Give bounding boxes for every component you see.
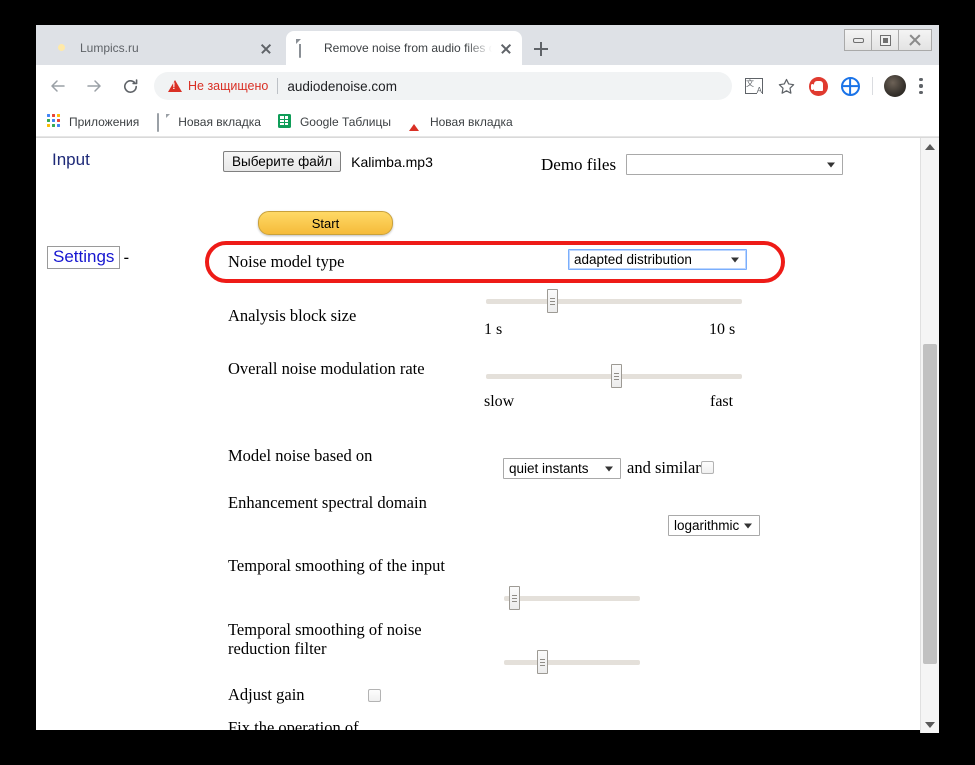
setting-label: Model noise based on bbox=[228, 446, 478, 465]
setting-label: Analysis block size bbox=[228, 306, 478, 325]
enhancement-spectral-domain-select[interactable]: logarithmic bbox=[668, 515, 760, 536]
adjust-gain-checkbox[interactable] bbox=[368, 689, 381, 702]
document-icon bbox=[155, 114, 171, 130]
chevron-down-icon bbox=[731, 257, 739, 262]
choose-file-button[interactable]: Выберите файл bbox=[223, 151, 341, 172]
bookmark-google-sheets[interactable]: Google Таблицы bbox=[277, 114, 391, 130]
demo-files-select[interactable] bbox=[626, 154, 843, 175]
chevron-down-icon bbox=[605, 466, 613, 471]
bookmark-label: Google Таблицы bbox=[300, 115, 391, 129]
close-button[interactable] bbox=[898, 29, 932, 51]
setting-label: Temporal smoothing of the input bbox=[228, 556, 478, 575]
and-similar-label: and similar bbox=[627, 458, 701, 478]
back-arrow-icon[interactable] bbox=[43, 71, 73, 101]
translate-icon[interactable] bbox=[740, 72, 768, 100]
apps-grid-icon bbox=[46, 114, 62, 130]
page-viewport: Input Выберите файл Kalimba.mp3 Demo fil… bbox=[36, 137, 939, 733]
bookmark-new-tab-1[interactable]: Новая вкладка bbox=[155, 114, 261, 130]
bookmark-new-tab-2[interactable]: Новая вкладка bbox=[407, 114, 513, 130]
document-icon bbox=[298, 40, 314, 56]
slider-thumb[interactable] bbox=[537, 650, 548, 674]
scroll-up-icon[interactable] bbox=[921, 138, 939, 155]
settings-group: Settings - bbox=[47, 246, 129, 269]
browser-window: Lumpics.ru Remove noise from audio files… bbox=[36, 25, 939, 733]
security-status-text: Не защищено bbox=[188, 79, 268, 93]
and-similar-checkbox[interactable] bbox=[701, 461, 714, 474]
bookmarks-bar: Приложения Новая вкладка Google Таблицы … bbox=[36, 107, 939, 137]
page-section-settings-label: Settings bbox=[47, 246, 120, 269]
clipped-setting-label: Fix the operation of bbox=[228, 718, 359, 730]
tab-audiodenoise[interactable]: Remove noise from audio files on bbox=[286, 31, 522, 65]
overall-noise-modulation-rate-slider[interactable] bbox=[486, 368, 742, 384]
bookmark-label: Новая вкладка bbox=[430, 115, 513, 129]
slider-track bbox=[486, 299, 742, 304]
setting-label: Enhancement spectral domain bbox=[228, 493, 478, 512]
globe-extension-icon[interactable] bbox=[836, 72, 864, 100]
orange-slice-icon bbox=[54, 40, 70, 56]
setting-label: Adjust gain bbox=[228, 685, 478, 704]
slider-max-caption: 10 s bbox=[709, 321, 735, 339]
model-noise-based-on-select[interactable]: quiet instants bbox=[503, 458, 621, 479]
demo-files-group: Demo files bbox=[541, 154, 843, 175]
adblock-stop-hand-icon[interactable] bbox=[804, 72, 832, 100]
selected-file-name: Kalimba.mp3 bbox=[351, 154, 433, 170]
slider-min-caption: 1 s bbox=[484, 321, 502, 339]
setting-label: Overall noise modulation rate bbox=[228, 359, 478, 378]
demo-files-label: Demo files bbox=[541, 155, 616, 175]
divider bbox=[277, 78, 278, 94]
slider-thumb[interactable] bbox=[547, 289, 558, 313]
maximize-button[interactable] bbox=[871, 29, 899, 51]
divider bbox=[872, 77, 873, 95]
close-icon[interactable] bbox=[498, 40, 514, 56]
reload-icon[interactable] bbox=[115, 71, 145, 101]
url-text: audiodenoise.com bbox=[287, 79, 397, 94]
bookmark-label: Приложения bbox=[69, 115, 139, 129]
analysis-block-size-slider[interactable] bbox=[486, 293, 742, 309]
vertical-scrollbar[interactable] bbox=[920, 138, 939, 733]
start-button[interactable]: Start bbox=[258, 211, 393, 235]
bookmark-apps[interactable]: Приложения bbox=[46, 114, 139, 130]
minimize-button[interactable] bbox=[844, 29, 872, 51]
chevron-down-icon bbox=[827, 162, 835, 167]
setting-label: Noise model type bbox=[228, 252, 478, 271]
close-icon[interactable] bbox=[258, 40, 274, 56]
warning-triangle-icon bbox=[168, 80, 182, 92]
temporal-smoothing-filter-slider[interactable] bbox=[504, 654, 640, 670]
scrollbar-thumb[interactable] bbox=[923, 344, 937, 664]
new-tab-button[interactable] bbox=[530, 38, 552, 60]
slider-thumb[interactable] bbox=[611, 364, 622, 388]
bookmark-label: Новая вкладка bbox=[178, 115, 261, 129]
settings-dash: - bbox=[123, 248, 129, 268]
page-content: Input Выберите файл Kalimba.mp3 Demo fil… bbox=[36, 138, 920, 733]
page-section-input-label: Input bbox=[52, 150, 90, 170]
window-controls bbox=[845, 29, 932, 51]
insecure-warning[interactable]: Не защищено bbox=[168, 79, 268, 93]
slider-max-caption: fast bbox=[710, 393, 733, 411]
chevron-down-icon bbox=[744, 523, 752, 528]
slider-track bbox=[504, 660, 640, 665]
viewport-bottom-edge bbox=[36, 730, 920, 733]
avatar[interactable] bbox=[881, 72, 909, 100]
slider-track bbox=[504, 596, 640, 601]
star-icon[interactable] bbox=[772, 72, 800, 100]
file-input-row: Выберите файл Kalimba.mp3 bbox=[223, 151, 433, 172]
forward-arrow-icon[interactable] bbox=[79, 71, 109, 101]
tab-lumpics[interactable]: Lumpics.ru bbox=[42, 31, 282, 65]
slider-thumb[interactable] bbox=[509, 586, 520, 610]
google-sheets-icon bbox=[277, 114, 293, 130]
three-dot-menu-icon[interactable] bbox=[911, 75, 931, 97]
temporal-smoothing-input-slider[interactable] bbox=[504, 590, 640, 606]
browser-toolbar: Не защищено audiodenoise.com bbox=[36, 65, 939, 107]
tab-strip: Lumpics.ru Remove noise from audio files… bbox=[36, 25, 939, 65]
picture-icon bbox=[407, 114, 423, 130]
slider-min-caption: slow bbox=[484, 393, 514, 411]
address-bar[interactable]: Не защищено audiodenoise.com bbox=[154, 72, 732, 100]
tab-title: Lumpics.ru bbox=[80, 41, 252, 55]
tab-title: Remove noise from audio files on bbox=[324, 41, 492, 55]
setting-label: Temporal smoothing of noise reduction fi… bbox=[228, 620, 478, 658]
scroll-down-icon[interactable] bbox=[921, 716, 939, 733]
noise-model-type-select[interactable]: adapted distribution bbox=[568, 249, 747, 270]
